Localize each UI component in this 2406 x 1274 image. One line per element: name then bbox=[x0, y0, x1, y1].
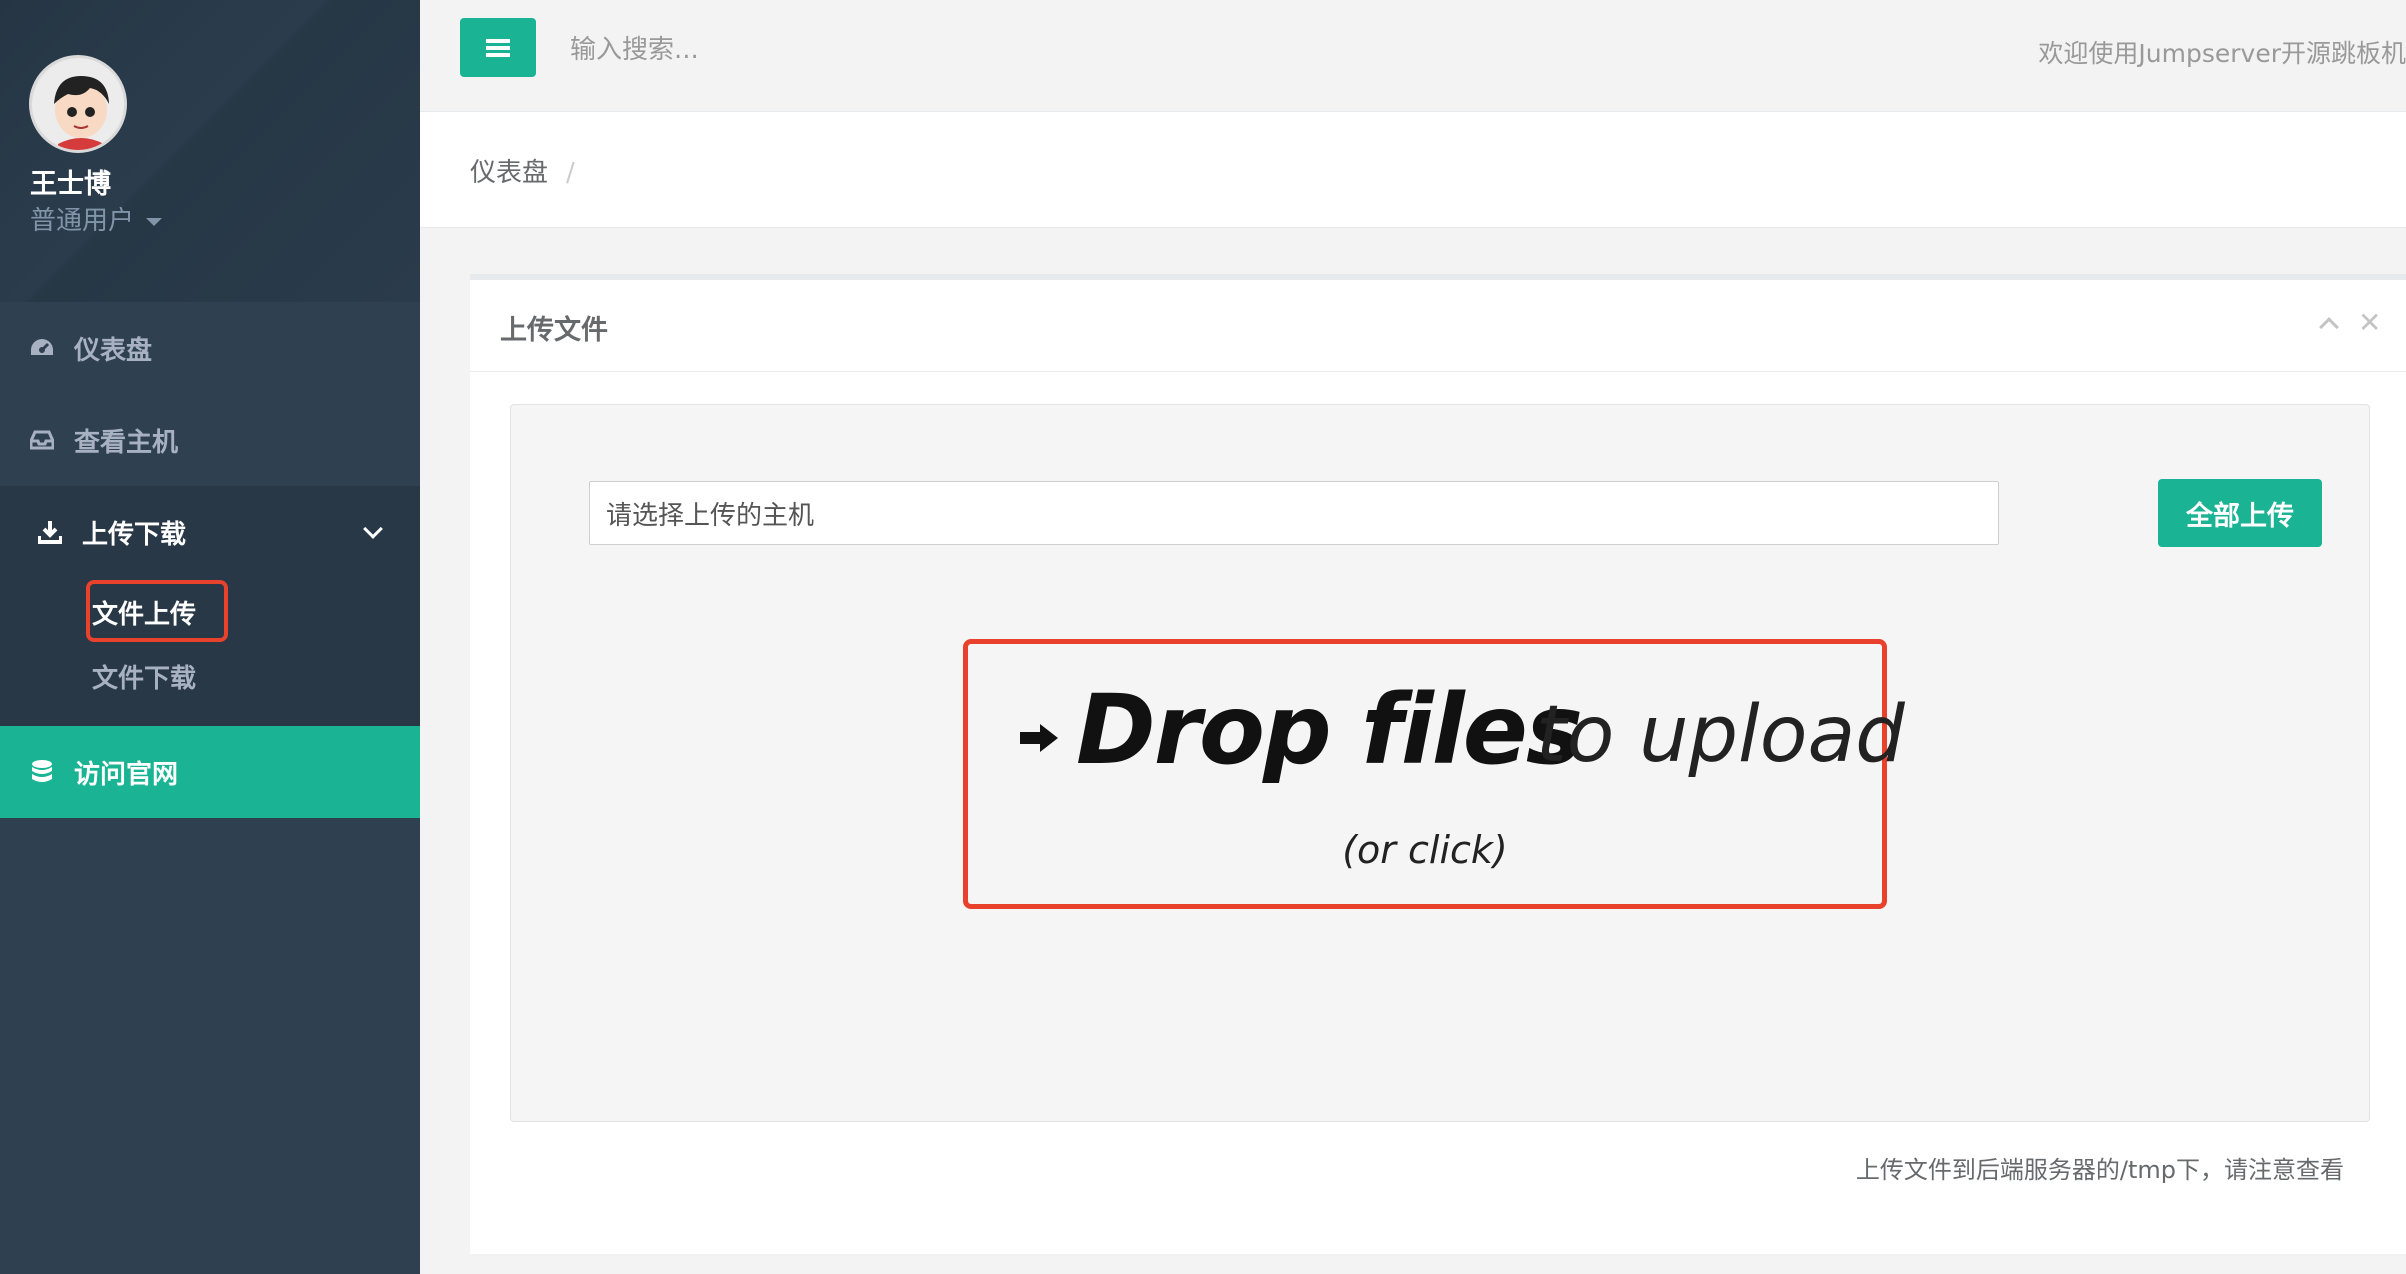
dropzone-secondary-text: to upload bbox=[1536, 690, 1905, 780]
collapse-icon[interactable] bbox=[2319, 317, 2339, 337]
chevron-down-icon bbox=[363, 519, 383, 539]
panel-title: 上传文件 bbox=[500, 315, 608, 346]
dashboard-icon bbox=[28, 334, 56, 362]
host-select-placeholder: 请选择上传的主机 bbox=[606, 500, 815, 531]
top-navbar: 欢迎使用Jumpserver开源跳板机 bbox=[420, 0, 2406, 112]
download-icon bbox=[36, 518, 64, 546]
database-icon bbox=[28, 758, 56, 786]
sidebar-item-upload-download[interactable]: 上传下载 bbox=[0, 486, 420, 578]
dropzone[interactable]: Drop files to upload (or click) bbox=[963, 639, 1905, 909]
annotation-highlight-box bbox=[86, 580, 228, 642]
dropzone-main-text: Drop files bbox=[1076, 674, 1583, 786]
upload-note: 上传文件到后端服务器的/tmp下，请注意查看 bbox=[1855, 1156, 2344, 1184]
panel-header: 上传文件 ✕ bbox=[470, 280, 2406, 372]
sidebar-item-label: 访问官网 bbox=[74, 759, 179, 790]
upload-panel: 上传文件 ✕ 请选择上传的主机 全部上传 Drop files to uploa… bbox=[470, 274, 2406, 1254]
profile-role-dropdown[interactable]: 普通用户 bbox=[30, 200, 163, 237]
close-icon[interactable]: ✕ bbox=[2358, 306, 2381, 339]
welcome-text: 欢迎使用Jumpserver开源跳板机 bbox=[2038, 39, 2406, 68]
host-select[interactable]: 请选择上传的主机 bbox=[589, 481, 1999, 545]
hamburger-icon bbox=[486, 38, 510, 57]
upload-well: 请选择上传的主机 全部上传 Drop files to upload (or c… bbox=[510, 404, 2370, 1122]
sidebar-item-dashboard[interactable]: 仪表盘 bbox=[0, 302, 420, 394]
inbox-icon bbox=[28, 426, 56, 454]
breadcrumb-separator: / bbox=[566, 158, 575, 188]
profile-role-label: 普通用户 bbox=[30, 206, 135, 236]
breadcrumb-item-dashboard[interactable]: 仪表盘 bbox=[470, 158, 548, 188]
sidebar-item-hosts[interactable]: 查看主机 bbox=[0, 394, 420, 486]
sidebar-item-label: 上传下载 bbox=[82, 519, 187, 550]
sidebar-item-official-site[interactable]: 访问官网 bbox=[0, 726, 420, 818]
sidebar-item-label: 查看主机 bbox=[74, 427, 179, 458]
caret-down-icon bbox=[146, 217, 163, 226]
arrow-right-icon bbox=[1020, 722, 1060, 758]
sidebar-subitem-file-download[interactable]: 文件下载 bbox=[92, 658, 196, 695]
sidebar: 王士博 普通用户 仪表盘 查看主机 上传下载 文件上传 文件下载 访问官网 bbox=[0, 0, 420, 1274]
avatar[interactable] bbox=[29, 55, 127, 153]
profile-panel: 王士博 普通用户 bbox=[0, 0, 420, 302]
profile-name: 王士博 bbox=[30, 169, 111, 200]
upload-all-button[interactable]: 全部上传 bbox=[2158, 479, 2322, 547]
search-input[interactable] bbox=[570, 28, 1270, 72]
breadcrumb-bar: 仪表盘 / bbox=[420, 112, 2406, 228]
dropzone-sub-text: (or click) bbox=[1342, 828, 1508, 872]
breadcrumb: 仪表盘 / bbox=[470, 152, 575, 189]
menu-toggle-button[interactable] bbox=[460, 18, 536, 77]
sidebar-item-label: 仪表盘 bbox=[74, 335, 153, 366]
